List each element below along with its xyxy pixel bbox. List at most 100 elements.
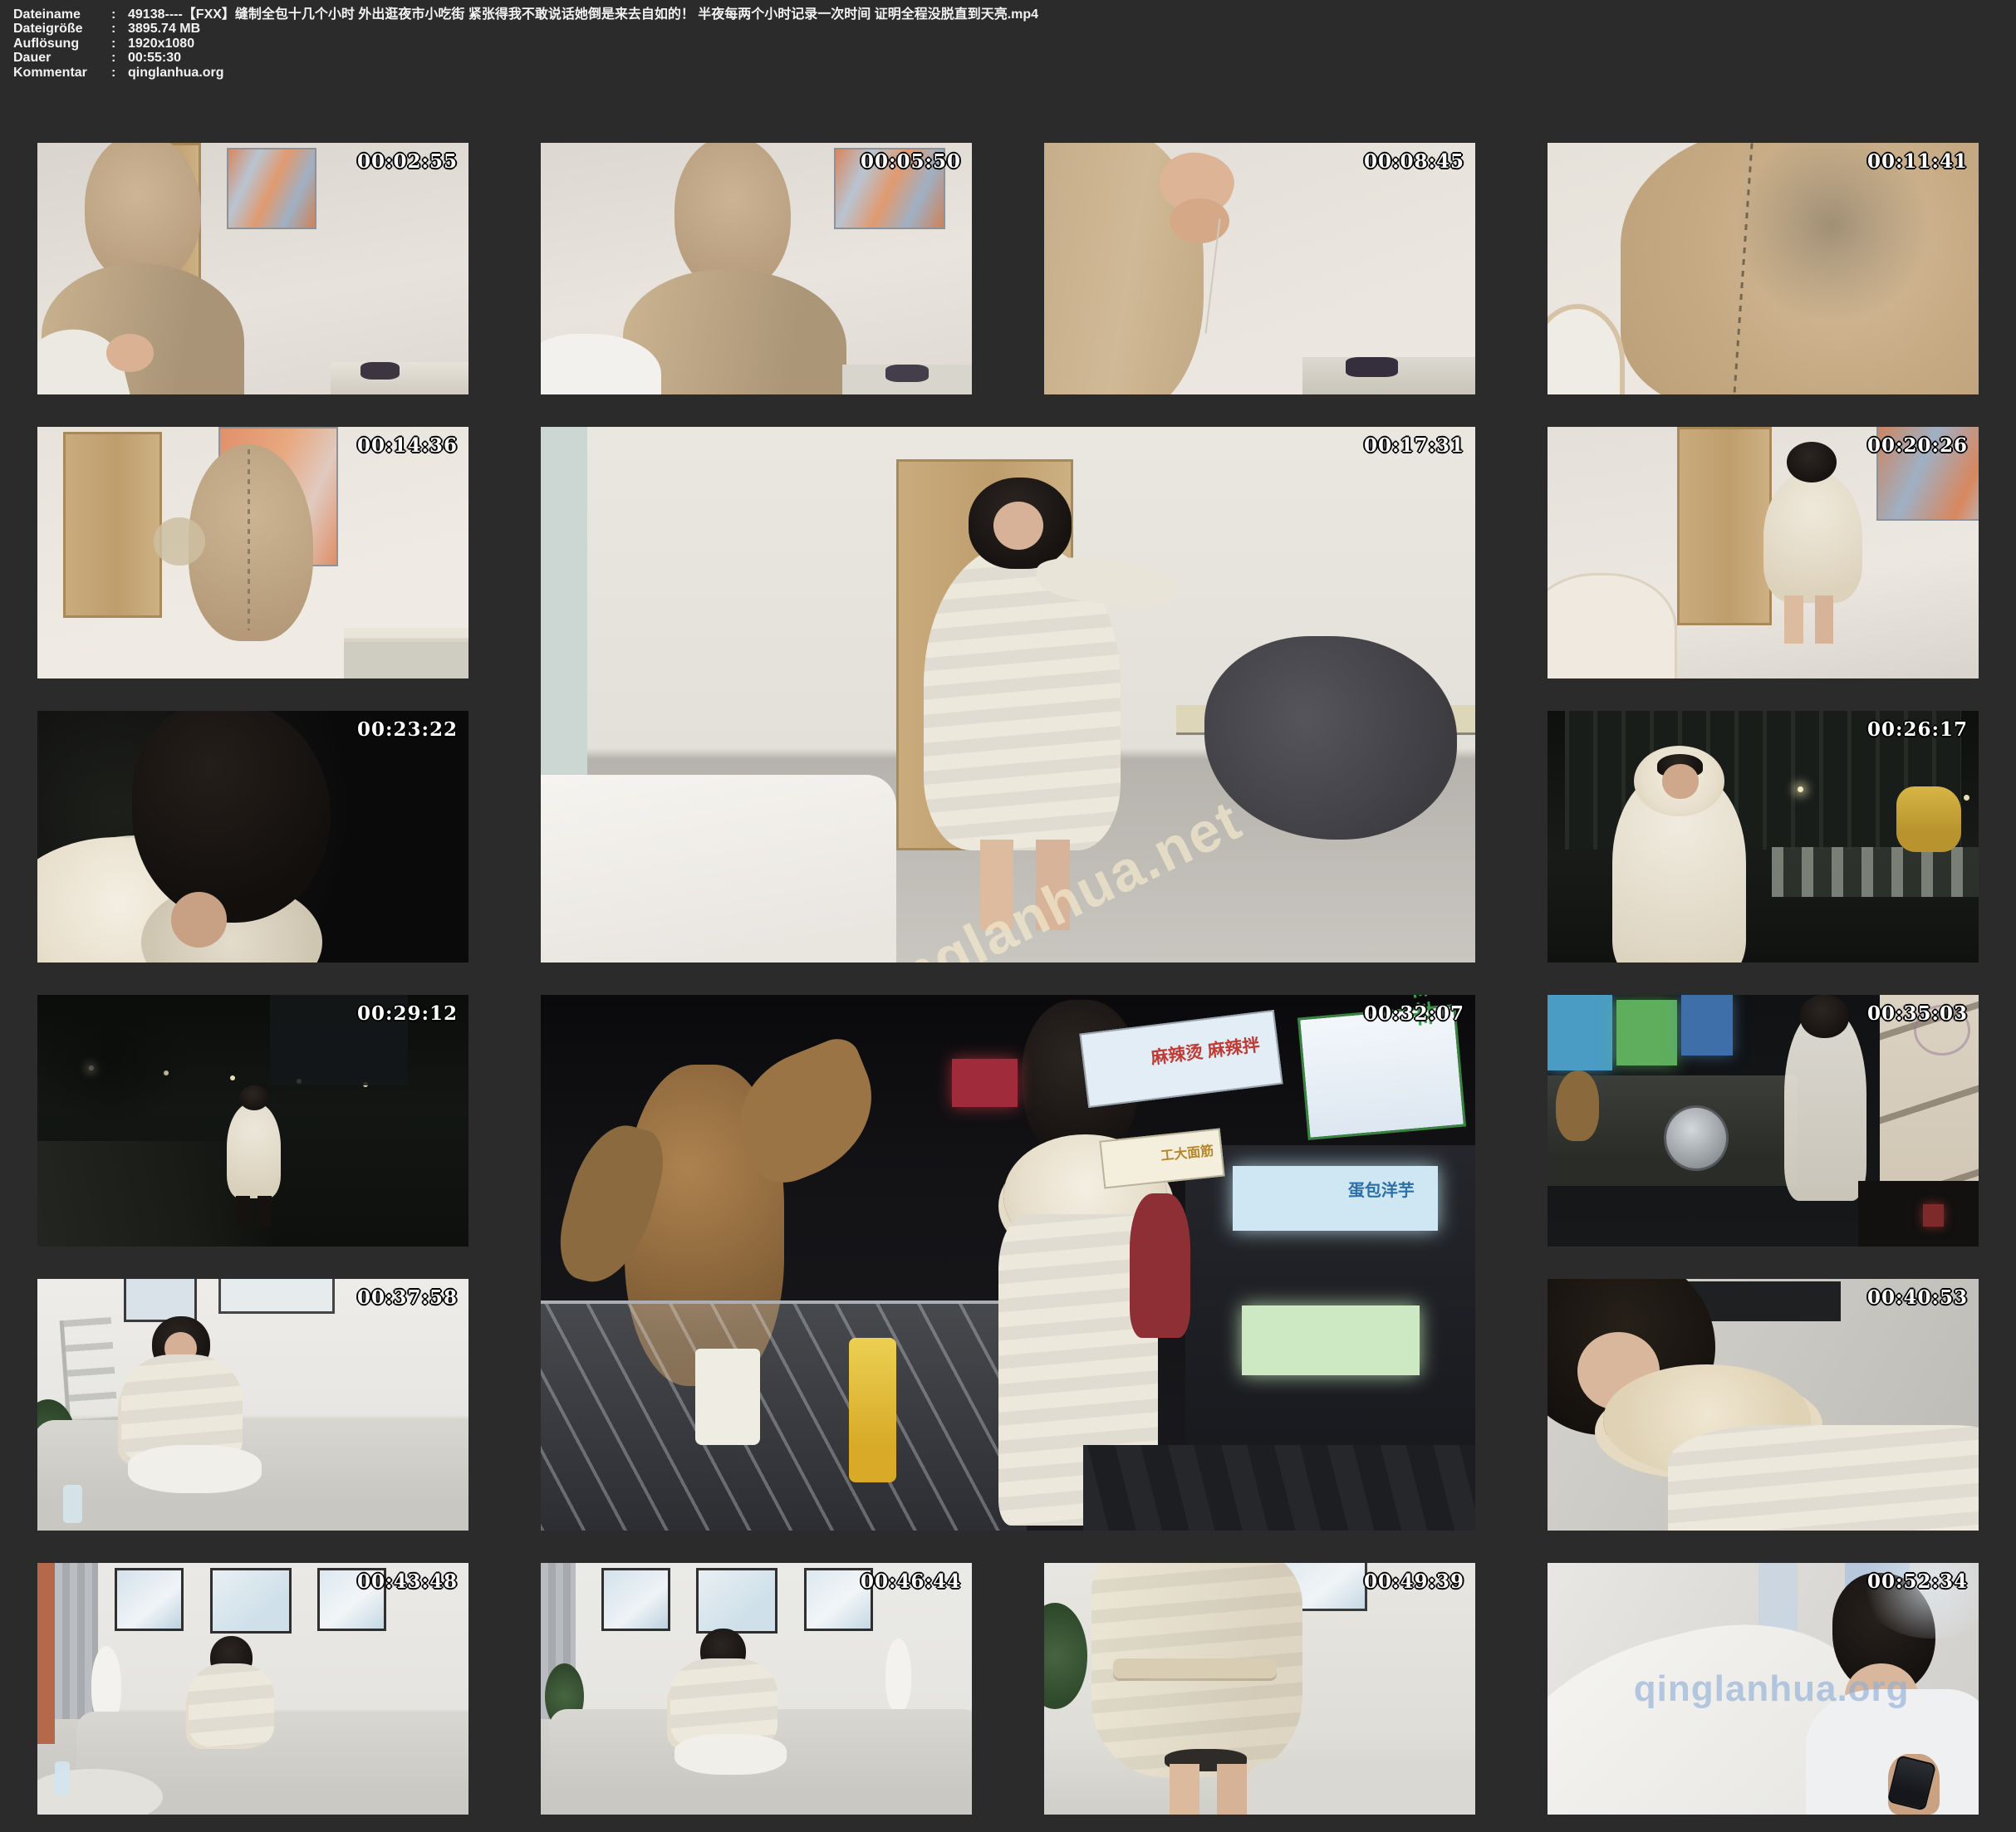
bob-hair <box>1787 442 1837 482</box>
timestamp-overlay: 00:20:26 <box>1867 434 1968 457</box>
field-separator: : <box>111 51 128 65</box>
filesize-value: 3895.74 MB <box>128 22 200 36</box>
lightbox-sign <box>1242 1305 1420 1375</box>
dark-hair <box>1800 995 1850 1038</box>
filename-value: 49138----【FXX】缝制全包十几个小时 外出逛夜市小吃街 紧张得我不敢说… <box>128 7 1038 22</box>
timestamp-overlay: 00:49:39 <box>1364 1570 1464 1593</box>
wall-frame <box>124 1279 197 1322</box>
comment-label: Kommentar <box>13 66 111 80</box>
timestamp-overlay: 00:14:36 <box>357 434 458 457</box>
thumbnail-10: 00:29:12 <box>37 995 468 1247</box>
leg <box>1784 595 1803 644</box>
road <box>37 1141 352 1247</box>
comment-row: Kommentar : qinglanhua.org <box>13 66 2003 80</box>
thumbnail-3: 00:08:45 <box>1044 143 1475 394</box>
thumbnail-13: 00:37:58 <box>37 1279 468 1531</box>
street-lights <box>1798 786 1803 792</box>
thumbnail-4: 00:11:41 <box>1548 143 1979 394</box>
metadata-header: Dateiname : 49138----【FXX】缝制全包十几个小时 外出逛夜… <box>0 0 2016 115</box>
face <box>993 502 1044 550</box>
filename-label: Dateiname <box>13 7 111 22</box>
filename-row: Dateiname : 49138----【FXX】缝制全包十几个小时 外出逛夜… <box>13 7 2003 22</box>
thumbnail-1: 00:02:55 <box>37 143 468 394</box>
walking-figure <box>227 1103 281 1198</box>
white-cloth <box>674 1734 787 1774</box>
plant <box>1044 1603 1087 1708</box>
timestamp-overlay: 00:32:07 <box>1364 1002 1464 1025</box>
bed-headboard <box>1548 573 1677 678</box>
dried-flowers <box>154 517 205 566</box>
thumbnail-grid: 00:02:55 00:05:50 00:08:45 00:11:41 00:1… <box>0 125 2016 1832</box>
timestamp-overlay: 00:26:17 <box>1867 718 1968 741</box>
leg <box>1036 840 1070 931</box>
resolution-label: Auflösung <box>13 37 111 51</box>
timestamp-overlay: 00:35:03 <box>1867 1002 1968 1025</box>
tree-silhouette <box>46 1000 192 1120</box>
thumbnail-12: 00:35:03 <box>1548 995 1979 1247</box>
timestamp-overlay: 00:08:45 <box>1364 150 1464 173</box>
door <box>63 432 162 618</box>
lightbox-sign <box>1616 1000 1677 1065</box>
timestamp-overlay: 00:02:55 <box>357 150 458 173</box>
stall-sign-text: 蛋包洋芋 <box>1348 1177 1415 1201</box>
contact-sheet-image: { "header": { "separator": ":", "dateina… <box>0 0 2016 1832</box>
chair-back <box>1548 304 1625 394</box>
bed <box>541 775 896 963</box>
thumbnail-16: 00:46:44 <box>541 1563 972 1815</box>
timestamp-overlay: 00:23:22 <box>357 718 458 741</box>
filesize-label: Dateigröße <box>13 22 111 36</box>
wall-frame <box>601 1568 670 1631</box>
door <box>1677 427 1772 625</box>
dark-hair <box>132 711 331 923</box>
glass-counter <box>541 1301 1027 1531</box>
coat-belt <box>1113 1658 1277 1678</box>
brass-kettle <box>1556 1070 1599 1141</box>
stitch-seam <box>248 449 250 630</box>
water-bottle <box>63 1485 82 1522</box>
wall-frame <box>210 1568 292 1634</box>
sewing-hand <box>1170 198 1230 244</box>
thumbnail-5: 00:14:36 <box>37 427 468 678</box>
paper-cup <box>695 1349 761 1445</box>
hooded-head-back <box>189 444 314 640</box>
field-separator: : <box>111 66 128 80</box>
wall-frame <box>218 1279 335 1314</box>
lightbox-sign <box>1681 995 1733 1056</box>
boot <box>236 1196 251 1226</box>
leg <box>1170 1764 1199 1815</box>
orange-wall-strip <box>37 1563 55 1744</box>
timestamp-overlay: 00:40:53 <box>1867 1286 1968 1309</box>
table-items <box>361 362 400 380</box>
thumbnail-7: 00:20:26 <box>1548 427 1979 678</box>
timestamp-overlay: 00:17:31 <box>1364 434 1464 457</box>
duration-label: Dauer <box>13 51 111 65</box>
thumbnail-14: 00:40:53 <box>1548 1279 1979 1531</box>
stone-balustrade <box>1772 847 1979 898</box>
filesize-row: Dateigröße : 3895.74 MB <box>13 22 2003 36</box>
face <box>1662 764 1699 799</box>
steel-pot <box>1664 1105 1729 1171</box>
table-items <box>885 365 929 382</box>
thumbnail-11-large: 蛋包洋芋 麻辣烫 麻辣拌 工大面筋 蛋包洋芋 00:32:07 <box>541 995 1475 1531</box>
red-neon-sign <box>952 1059 1018 1107</box>
white-cloth <box>128 1445 262 1493</box>
thumbnail-17: 00:49:39 <box>1044 1563 1475 1815</box>
white-coat-figure <box>1784 1010 1866 1201</box>
paving-tiles <box>1083 1445 1476 1531</box>
hand <box>106 334 154 371</box>
comment-value: qinglanhua.org <box>128 66 224 80</box>
thumbnail-6-large: qinglanhua.net 00:17:31 <box>541 427 1475 963</box>
hooded-head <box>85 143 201 284</box>
leg <box>980 840 1014 931</box>
field-separator: : <box>111 22 128 36</box>
fur-coat-figure <box>1763 470 1862 604</box>
timestamp-overlay: 00:46:44 <box>861 1570 961 1593</box>
leg <box>1217 1764 1247 1815</box>
timestamp-overlay: 00:05:50 <box>861 150 961 173</box>
dark-coat-pile <box>1204 636 1457 840</box>
yellow-scooter <box>1896 786 1961 852</box>
timestamp-overlay: 00:11:41 <box>1867 150 1968 173</box>
thumbnail-18: qinglanhua.org 00:52:34 <box>1548 1563 1979 1815</box>
dark-corner <box>1858 1181 1979 1247</box>
duration-row: Dauer : 00:55:30 <box>13 51 2003 65</box>
